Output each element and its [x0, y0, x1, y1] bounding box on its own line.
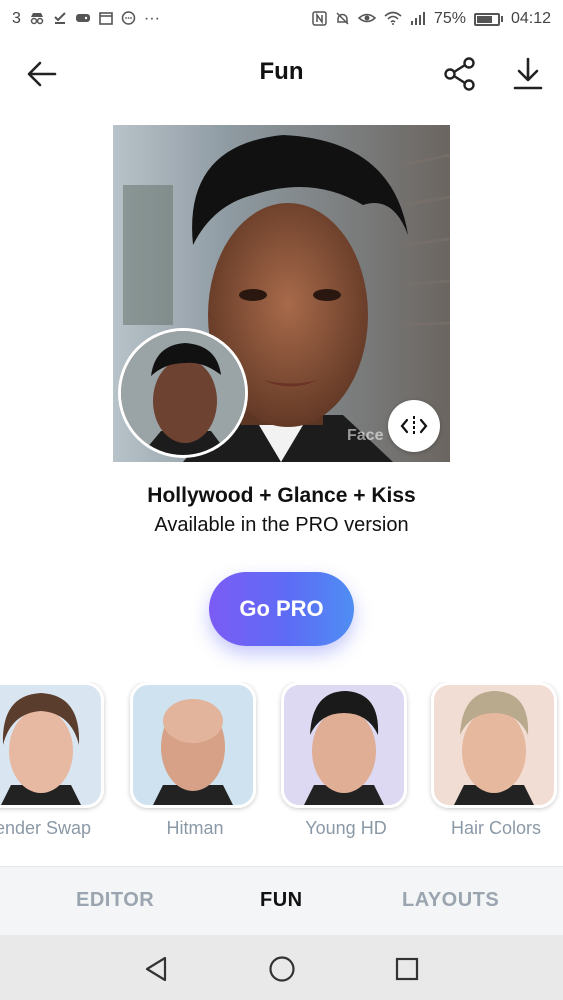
notification-count: 3	[12, 10, 21, 27]
gamepad-icon	[75, 11, 91, 27]
mute-icon	[335, 11, 350, 28]
share-icon	[444, 57, 475, 91]
filter-label: ender Swap	[0, 818, 92, 838]
filter-thumbnail	[281, 682, 407, 808]
signal-icon	[410, 11, 426, 27]
circle-home-icon	[269, 956, 295, 982]
status-left: 3 ···	[12, 10, 160, 28]
download-button[interactable]	[506, 52, 550, 96]
battery-icon	[473, 12, 503, 26]
filter-label: Young HD	[305, 818, 387, 838]
incognito-icon	[29, 11, 45, 27]
status-time: 04:12	[510, 10, 551, 27]
compare-slider-button[interactable]	[388, 400, 440, 452]
bottom-tab-bar: EDITOR FUN LAYOUTS	[0, 866, 563, 935]
square-recents-icon	[395, 957, 419, 981]
original-photo-thumbnail[interactable]	[118, 328, 248, 458]
battery-percent: 75%	[433, 10, 466, 27]
tab-fun[interactable]: FUN	[260, 889, 303, 912]
filter-thumbnail	[431, 682, 557, 808]
go-pro-button[interactable]: Go PRO	[209, 572, 354, 646]
filter-label: Hitman	[166, 818, 224, 838]
wifi-icon	[384, 11, 402, 27]
chat-icon	[121, 10, 136, 28]
watermark-text: Face	[347, 427, 384, 444]
filter-combination-title: Hollywood + Glance + Kiss	[147, 484, 416, 507]
compare-arrows-icon	[400, 416, 428, 436]
filter-carousel[interactable]: ender Swap Hitman Young HD Hair Colors	[0, 682, 563, 847]
filter-young-hd[interactable]: Young HD	[281, 682, 411, 839]
status-bar: 3 ··· 75% 04:12	[0, 0, 563, 38]
eye-icon	[357, 11, 377, 27]
nav-recents-button[interactable]	[391, 953, 423, 985]
filter-thumbnail	[130, 682, 256, 808]
filter-hitman[interactable]: Hitman	[130, 682, 260, 839]
triangle-back-icon	[145, 956, 167, 982]
nav-home-button[interactable]	[266, 953, 298, 985]
check-icon	[53, 11, 67, 27]
filter-hair-colors[interactable]: Hair Colors	[431, 682, 561, 839]
system-nav-bar	[0, 935, 563, 1000]
tab-layouts[interactable]: LAYOUTS	[402, 889, 499, 912]
nfc-icon	[312, 10, 327, 28]
status-right: 75% 04:12	[312, 10, 551, 28]
filter-thumbnail	[0, 682, 104, 808]
tab-editor[interactable]: EDITOR	[76, 889, 154, 912]
share-button[interactable]	[438, 52, 482, 96]
filter-label: Hair Colors	[450, 818, 542, 838]
nav-back-button[interactable]	[140, 953, 172, 985]
pro-availability-text: Available in the PRO version	[154, 514, 409, 536]
result-photo: Face	[113, 125, 450, 462]
more-dots: ···	[143, 10, 160, 27]
app-header: Fun	[0, 40, 563, 106]
download-icon	[513, 57, 543, 90]
calendar-icon	[99, 11, 113, 27]
filter-gender-swap[interactable]: ender Swap	[0, 682, 108, 839]
